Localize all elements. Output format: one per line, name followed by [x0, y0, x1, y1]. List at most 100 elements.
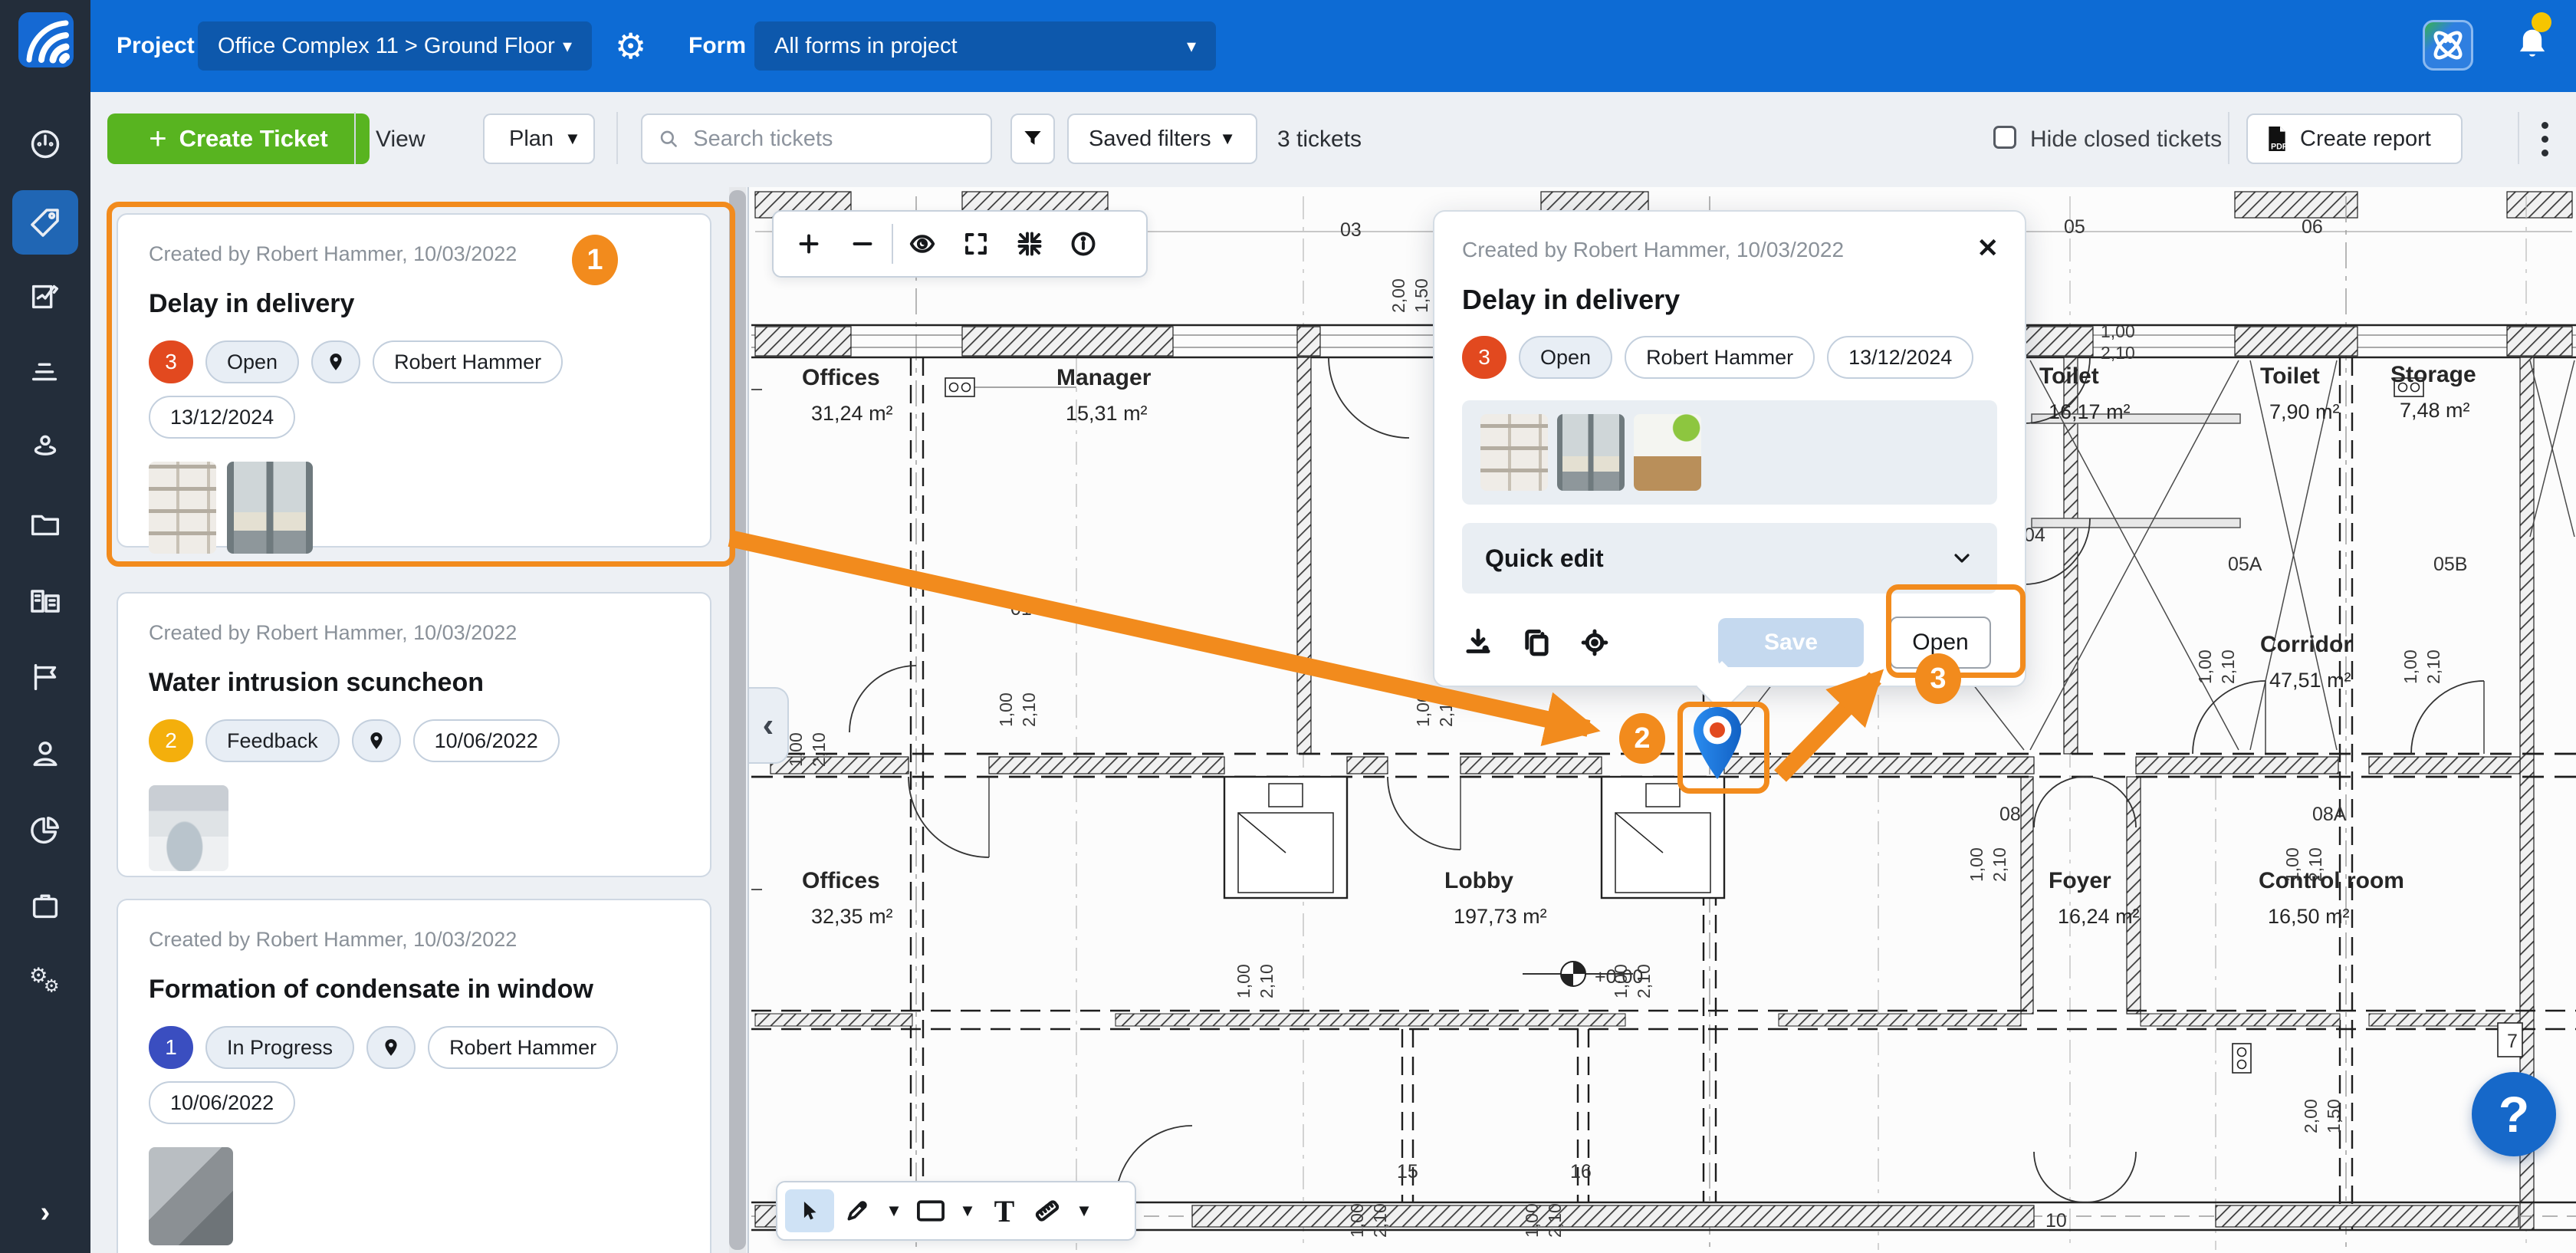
due-date-badge[interactable]: 13/12/2024: [1827, 336, 1973, 379]
svg-text:08A: 08A: [2312, 804, 2347, 825]
sidebar-item-locator[interactable]: [0, 414, 90, 479]
svg-text:1,50: 1,50: [2324, 1099, 2344, 1133]
svg-text:05: 05: [2064, 216, 2085, 238]
zoom-in-button[interactable]: [784, 222, 833, 265]
saved-filters-dropdown[interactable]: Saved filters ▼: [1067, 113, 1257, 164]
expand-chevron-icon[interactable]: ›: [0, 1196, 90, 1229]
sidebar-item-tickets[interactable]: [12, 190, 78, 255]
divider: [892, 224, 893, 264]
eye-icon[interactable]: [898, 222, 947, 265]
close-icon[interactable]: ✕: [1977, 233, 1999, 264]
card-title: Delay in delivery: [149, 289, 679, 319]
info-icon[interactable]: [1059, 222, 1108, 265]
sidebar-item-tasks[interactable]: [0, 874, 90, 939]
photo-thumbnail-office-window[interactable]: [227, 462, 313, 554]
text-tool[interactable]: T: [984, 1189, 1024, 1232]
svg-text:1,00: 1,00: [2101, 321, 2135, 341]
location-pin-badge[interactable]: [311, 340, 360, 383]
fullscreen-icon[interactable]: [951, 222, 1001, 265]
photo-thumbnail-condensate[interactable]: [149, 1147, 233, 1245]
photo-thumbnail-office-window[interactable]: [1557, 414, 1625, 491]
form-dropdown[interactable]: All forms in project ▾: [754, 21, 1216, 71]
rectangle-tool-dropdown[interactable]: ▼: [954, 1189, 981, 1232]
rectangle-tool[interactable]: [911, 1189, 951, 1232]
ticket-card[interactable]: Created by Robert Hammer, 10/03/2022 For…: [117, 899, 711, 1253]
ruler-tool-dropdown[interactable]: ▼: [1070, 1189, 1098, 1232]
planradar-logo[interactable]: [18, 12, 74, 67]
create-ticket-button[interactable]: + Create Ticket: [107, 113, 370, 164]
chevron-down-icon: ▾: [563, 35, 572, 58]
funnel-icon: [1021, 127, 1044, 150]
ticket-map-marker[interactable]: [1691, 705, 1743, 786]
svg-text:1,50: 1,50: [1411, 278, 1431, 313]
svg-text:05A: 05A: [2228, 554, 2262, 575]
open-button[interactable]: Open: [1890, 617, 1991, 669]
assignee-badge[interactable]: Robert Hammer: [1625, 336, 1815, 379]
sidebar-item-forms[interactable]: [0, 265, 90, 329]
kebab-menu[interactable]: [2533, 115, 2556, 163]
sidebar-item-users[interactable]: [0, 722, 90, 786]
filter-button[interactable]: [1010, 113, 1055, 164]
divider: [2518, 112, 2519, 164]
svg-text:2,10: 2,10: [2305, 847, 2325, 882]
view-mode-dropdown[interactable]: Plan ▼: [483, 113, 595, 164]
svg-text:+0.00: +0.00: [1595, 966, 1643, 988]
locate-icon[interactable]: [1579, 626, 1611, 659]
help-button[interactable]: ?: [2472, 1072, 2556, 1156]
photo-thumbnail-brick-wall[interactable]: [149, 462, 216, 554]
search-input[interactable]: [692, 126, 975, 153]
svg-text:2,10: 2,10: [1370, 1203, 1390, 1238]
copy-icon[interactable]: [1520, 626, 1552, 659]
popup-title: Delay in delivery: [1462, 284, 1997, 316]
location-pin-badge[interactable]: [352, 719, 401, 762]
pen-tool[interactable]: [837, 1189, 877, 1232]
svg-text:2,10: 2,10: [2101, 343, 2135, 363]
location-pin-badge[interactable]: [366, 1026, 416, 1069]
ticket-card[interactable]: Created by Robert Hammer, 10/03/2022 Wat…: [117, 592, 711, 877]
svg-text:32,35 m²: 32,35 m²: [811, 905, 893, 928]
photo-thumbnail-meeting-room[interactable]: [1634, 414, 1701, 491]
svg-text:1,00: 1,00: [2400, 650, 2420, 684]
notification-dot: [2532, 12, 2551, 32]
popup-created: Created by Robert Hammer, 10/03/2022: [1462, 238, 1997, 262]
sidebar-item-flags[interactable]: [0, 645, 90, 709]
sidebar-item-folders[interactable]: [0, 492, 90, 556]
zoom-out-button[interactable]: [838, 222, 887, 265]
status-badge: Feedback: [205, 719, 340, 762]
photo-thumbnail-brick-wall[interactable]: [1480, 414, 1548, 491]
save-button[interactable]: Save: [1718, 618, 1864, 667]
map-pin-icon: [366, 729, 386, 752]
svg-text:⚙: ⚙: [44, 976, 60, 996]
card-created: Created by Robert Hammer, 10/03/2022: [149, 242, 679, 266]
photo-thumbnail-water[interactable]: [149, 785, 228, 871]
list-scrollbar[interactable]: [729, 190, 746, 1250]
ticket-card[interactable]: Created by Robert Hammer, 10/03/2022 Del…: [117, 213, 711, 548]
status-badge[interactable]: Open: [1519, 336, 1612, 379]
app-switcher-icon[interactable]: [2423, 20, 2473, 71]
svg-text:Offices: Offices: [802, 868, 880, 893]
due-date-badge: 10/06/2022: [149, 1081, 295, 1124]
svg-text:1,00: 1,00: [1234, 964, 1254, 998]
svg-text:47,51 m²: 47,51 m²: [2269, 669, 2351, 692]
svg-text:16,17 m²: 16,17 m²: [2049, 400, 2131, 423]
ticket-count: 3 tickets: [1277, 127, 1362, 153]
cursor-tool[interactable]: [785, 1189, 834, 1232]
pen-tool-dropdown[interactable]: ▼: [880, 1189, 908, 1232]
sidebar-item-reports-pie[interactable]: [0, 798, 90, 863]
svg-text:Toilet: Toilet: [2039, 363, 2099, 389]
download-icon[interactable]: [1462, 626, 1494, 659]
search-box[interactable]: [641, 113, 992, 164]
hide-closed-checkbox[interactable]: [1993, 126, 2016, 149]
quick-edit-accordion[interactable]: Quick edit: [1462, 523, 1997, 594]
sidebar-item-stats[interactable]: [0, 338, 90, 403]
collapse-icon[interactable]: [1005, 222, 1054, 265]
ruler-tool[interactable]: [1027, 1189, 1067, 1232]
project-dropdown[interactable]: Office Complex 11 > Ground Floor ▾: [198, 21, 592, 71]
gear-icon[interactable]: ⚙: [615, 21, 646, 71]
sidebar-item-settings-gears[interactable]: ⚙⚙: [0, 947, 90, 1011]
svg-text:2,10: 2,10: [1257, 964, 1276, 998]
create-report-button[interactable]: PDF Create report: [2246, 113, 2463, 164]
sidebar-item-projects[interactable]: [0, 568, 90, 633]
collapse-panel-tab[interactable]: ‹: [749, 687, 789, 764]
sidebar-item-dashboard[interactable]: [0, 112, 90, 176]
